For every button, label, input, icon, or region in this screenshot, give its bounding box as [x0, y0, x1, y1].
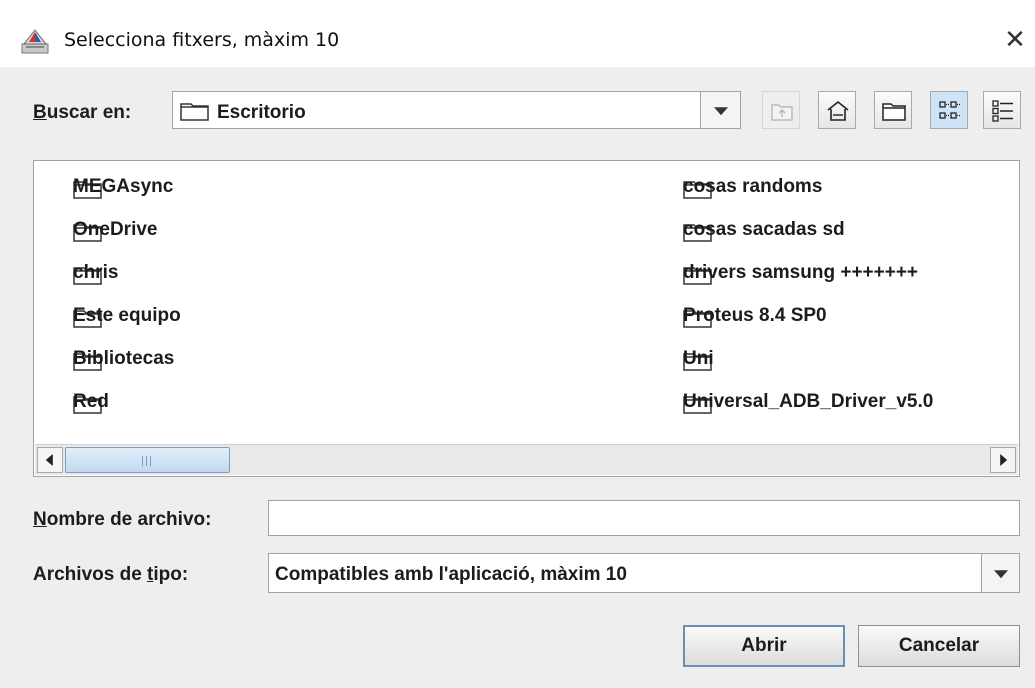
up-one-level-icon [771, 104, 793, 121]
scroll-right-button[interactable] [990, 447, 1016, 473]
scroll-thumb[interactable] [65, 447, 230, 473]
chevron-down-icon [993, 570, 1008, 579]
close-icon[interactable]: ✕ [1000, 25, 1030, 55]
file-name-label: Nombre de archivo: [33, 509, 212, 530]
file-name: Proteus 8.4 SP0 [683, 305, 827, 326]
open-button[interactable]: Abrir [683, 625, 845, 667]
home-button[interactable] [818, 91, 856, 129]
cancel-button[interactable]: Cancelar [858, 625, 1020, 667]
details-view-button[interactable] [983, 91, 1021, 129]
look-in-label: Buscar en: [33, 102, 132, 123]
arrow-left-icon [45, 454, 53, 466]
file-name: Universal_ADB_Driver_v5.0 [683, 391, 934, 412]
file-name: Este equipo [73, 305, 181, 326]
up-one-level-button[interactable] [762, 91, 800, 129]
look-in-selected: Escritorio [217, 102, 306, 123]
chevron-down-icon [713, 107, 728, 116]
file-name: MEGAsync [73, 176, 174, 197]
list-view-icon [939, 101, 960, 119]
grip-line [146, 456, 147, 466]
arrow-right-icon [1000, 454, 1008, 466]
home-icon [827, 100, 849, 121]
file-list[interactable]: MEGAsync OneDrive chris Este equipo Bibliote… [33, 160, 1020, 477]
look-in-combo[interactable]: Escritorio [172, 91, 741, 129]
file-type-selected: Compatibles amb l'aplicació, màxim 10 [275, 564, 627, 585]
file-name: chris [73, 262, 119, 283]
title-bar: Selecciona fitxers, màxim 10 ✕ [0, 0, 1035, 67]
list-view-button[interactable] [930, 91, 968, 129]
file-name-input[interactable] [268, 500, 1020, 536]
scroll-left-button[interactable] [37, 447, 63, 473]
file-type-combo[interactable]: Compatibles amb l'aplicació, màxim 10 [268, 553, 1020, 593]
file-name: cosas randoms [683, 176, 823, 197]
grip-line [142, 456, 143, 466]
new-folder-icon [882, 103, 906, 121]
grip-line [150, 456, 151, 466]
file-type-dropdown-button[interactable] [981, 554, 1019, 592]
file-name: Red [73, 391, 109, 412]
horizontal-scrollbar[interactable] [35, 444, 1018, 475]
file-name: Bibliotecas [73, 348, 175, 369]
look-in-dropdown-button[interactable] [700, 92, 740, 128]
window-title: Selecciona fitxers, màxim 10 [64, 29, 340, 51]
java-app-icon [21, 28, 49, 54]
folder-icon [180, 101, 210, 126]
file-name: Uni [683, 348, 714, 369]
file-name: drivers samsung +++++++ [683, 262, 919, 283]
file-type-label: Archivos de tipo: [33, 564, 189, 585]
file-name: cosas sacadas sd [683, 219, 845, 240]
file-name: OneDrive [73, 219, 158, 240]
new-folder-button[interactable] [874, 91, 912, 129]
details-view-icon [992, 100, 1013, 122]
